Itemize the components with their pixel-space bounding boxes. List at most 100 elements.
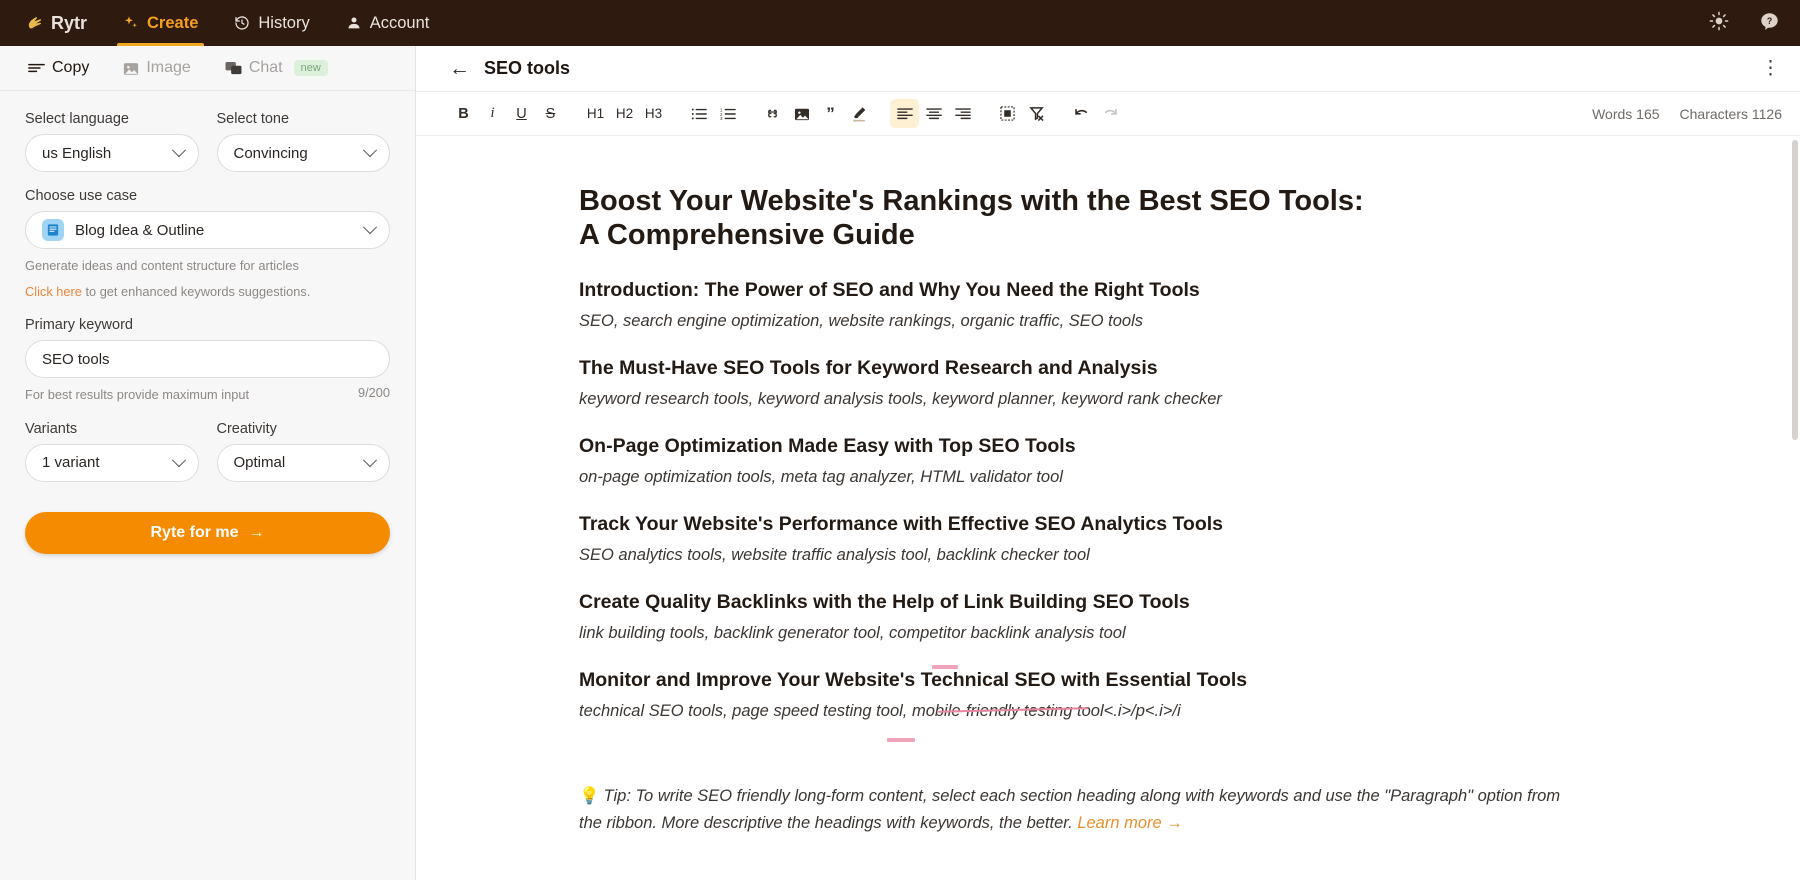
use-case-select[interactable]: Blog Idea & Outline	[25, 211, 390, 249]
creativity-select[interactable]: Optimal	[216, 443, 390, 482]
bullet-list-button[interactable]	[684, 99, 713, 128]
primary-keyword-label: Primary keyword	[25, 317, 133, 334]
redo-button[interactable]	[1096, 99, 1125, 128]
creativity-label: Creativity	[216, 420, 277, 437]
nav-label-history: History	[258, 13, 310, 32]
tab-image[interactable]: Image	[107, 46, 206, 91]
tab-copy[interactable]: Copy	[12, 46, 105, 91]
svg-text:3: 3	[720, 116, 723, 121]
language-label: Select language	[25, 111, 129, 127]
svg-text:?: ?	[1767, 16, 1772, 26]
variants-select[interactable]: 1 variant	[25, 443, 199, 482]
chevron-down-icon	[171, 143, 186, 158]
align-left-button[interactable]	[890, 99, 919, 128]
main-content: Copy Image Chat new Select language us E…	[0, 46, 1800, 880]
numbered-list-button[interactable]: 123	[713, 99, 742, 128]
question-mark-icon[interactable]: ?	[1759, 11, 1780, 36]
blog-outline-icon	[42, 219, 64, 241]
chevron-down-icon	[362, 452, 378, 467]
chat-new-badge: new	[293, 60, 328, 76]
sun-icon[interactable]	[1709, 11, 1729, 35]
hand-wave-icon	[26, 15, 43, 32]
language-value: us English	[42, 144, 112, 162]
editor-scrollbar[interactable]	[1792, 136, 1798, 880]
document-title: SEO tools	[484, 58, 571, 78]
learn-more-link[interactable]: Learn more →	[1077, 814, 1182, 832]
document-stats: Words 165 Characters 1126	[1592, 106, 1782, 122]
document-canvas[interactable]: Boost Your Website's Rankings with the B…	[416, 136, 1800, 880]
nav-label-rytr: Rytr	[51, 12, 88, 33]
link-button[interactable]	[758, 99, 787, 128]
primary-keyword-meta: For best results provide maximum input 9…	[25, 385, 390, 404]
clock-history-icon	[234, 15, 250, 31]
align-right-button[interactable]	[948, 99, 977, 128]
click-here-suffix: to get enhanced keywords suggestions.	[81, 284, 311, 300]
primary-keyword-field: Primary keyword SEO tools For best resul…	[25, 317, 390, 404]
clear-formatting-button[interactable]	[1022, 99, 1051, 128]
document-heading: Boost Your Website's Rankings with the B…	[579, 185, 1364, 252]
chat-bubbles-icon	[225, 61, 242, 76]
character-counter: 9/200	[357, 385, 390, 401]
nav-label-create: Create	[147, 13, 199, 32]
section-heading: The Must-Have SEO Tools for Keyword Rese…	[579, 357, 1158, 380]
outline-section: Introduction: The Power of SEO and Why Y…	[579, 279, 1596, 331]
word-count: Words 165	[1592, 105, 1660, 122]
language-select[interactable]: us English	[25, 134, 199, 172]
nav-item-create[interactable]: Create	[105, 0, 216, 46]
nav-item-history[interactable]: History	[216, 0, 327, 46]
outline-section: On-Page Optimization Made Easy with Top …	[579, 435, 1596, 487]
mode-tabs: Copy Image Chat new	[0, 46, 415, 91]
section-heading: Track Your Website's Performance with Ef…	[579, 513, 1224, 536]
click-here-link[interactable]: Click here	[25, 284, 82, 299]
undo-button[interactable]	[1067, 99, 1096, 128]
back-arrow-icon[interactable]: ←	[449, 58, 470, 79]
keywords-suggestion-hint: Click here to get enhanced keywords sugg…	[25, 282, 390, 301]
nav-item-account[interactable]: Account	[328, 0, 448, 46]
document-body[interactable]: Boost Your Website's Rankings with the B…	[416, 184, 1596, 836]
use-case-description: Generate ideas and content structure for…	[25, 258, 299, 273]
tone-select[interactable]: Convincing	[216, 134, 390, 172]
formatting-toolbar: B i U S H1 H2 H3 123 ” Words 165 Charact…	[416, 92, 1800, 136]
blockquote-button[interactable]: ”	[816, 99, 845, 128]
bold-button[interactable]: B	[449, 99, 478, 128]
nav-item-rytr-logo[interactable]: Rytr	[18, 0, 105, 46]
outline-section: The Must-Have SEO Tools for Keyword Rese…	[579, 357, 1596, 409]
underline-button[interactable]: U	[507, 99, 536, 128]
heading-2-button[interactable]: H2	[610, 99, 639, 128]
primary-keyword-input-wrap[interactable]: SEO tools	[25, 340, 390, 379]
section-heading: Monitor and Improve Your Website's Techn…	[579, 669, 1248, 692]
primary-keyword-hint: For best results provide maximum input	[25, 387, 250, 403]
italic-button[interactable]: i	[478, 99, 507, 128]
tone-label: Select tone	[216, 111, 290, 127]
section-keywords: technical SEO tools, page speed testing …	[579, 702, 1181, 721]
heading-3-button[interactable]: H3	[639, 99, 668, 128]
image-button[interactable]	[787, 99, 816, 128]
section-keywords: on-page optimization tools, meta tag ana…	[579, 468, 1063, 487]
lightbulb-icon: 💡	[579, 787, 600, 806]
heading-1-button[interactable]: H1	[581, 99, 610, 128]
section-keywords: keyword research tools, keyword analysis…	[579, 390, 1222, 409]
chevron-down-icon	[171, 452, 186, 467]
creativity-value: Optimal	[233, 454, 286, 472]
use-case-value: Blog Idea & Outline	[75, 221, 205, 239]
align-center-button[interactable]	[919, 99, 948, 128]
scrollbar-thumb[interactable]	[1792, 140, 1798, 440]
document-header: ← SEO tools ⋮	[416, 46, 1800, 92]
top-navigation-bar: Rytr Create History Account ?	[0, 0, 1800, 46]
primary-keyword-value: SEO tools	[42, 350, 110, 368]
tab-chat[interactable]: Chat new	[209, 46, 344, 91]
picture-icon	[123, 61, 139, 76]
nav-label-account: Account	[369, 13, 430, 32]
strikethrough-button[interactable]: S	[536, 99, 565, 128]
creativity-field: Creativity Optimal	[216, 420, 390, 482]
more-options-icon[interactable]: ⋮	[1761, 59, 1780, 78]
ryte-for-me-button[interactable]: Ryte for me →	[25, 511, 390, 554]
section-heading: Create Quality Backlinks with the Help o…	[579, 591, 1190, 614]
insert-block-button[interactable]	[993, 99, 1022, 128]
outline-section: Create Quality Backlinks with the Help o…	[579, 591, 1596, 643]
section-heading: On-Page Optimization Made Easy with Top …	[579, 435, 1076, 458]
section-heading: Introduction: The Power of SEO and Why Y…	[579, 279, 1200, 302]
highlighter-button[interactable]	[845, 99, 874, 128]
editor-tip: 💡 Tip: To write SEO friendly long-form co…	[579, 783, 1569, 836]
tab-image-label: Image	[146, 59, 191, 76]
